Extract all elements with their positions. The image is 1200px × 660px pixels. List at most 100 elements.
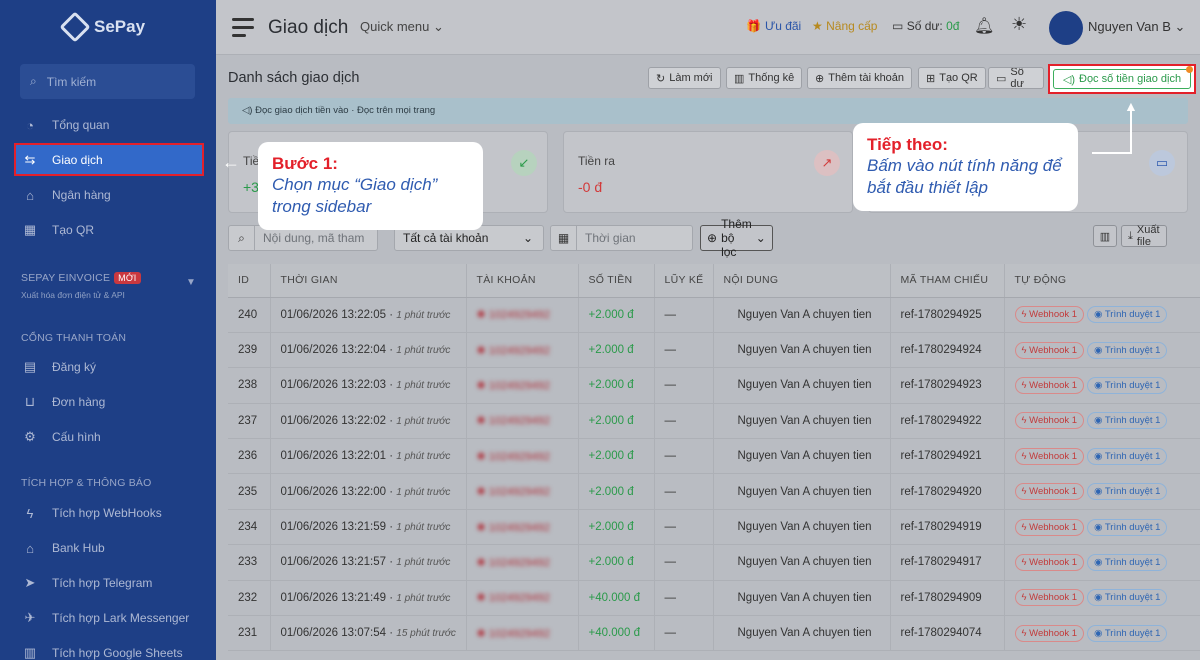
time-value: 01/06/2026 13:07:54 xyxy=(280,627,387,640)
webhook-badge[interactable]: ϟ Webhook 1 xyxy=(1014,341,1085,359)
column-header-id[interactable]: ID xyxy=(228,264,271,298)
sidebar-item-register[interactable]: ▤ Đăng ký xyxy=(20,352,200,382)
table-header-row: ID THỜI GIAN TÀI KHOẢN SỐ TIỀN LŨY KẾ NỘ… xyxy=(228,264,1200,298)
webhook-badge[interactable]: ϟ Webhook 1 xyxy=(1014,624,1085,642)
sidebar-search[interactable]: ⌕ Tìm kiếm xyxy=(20,64,195,99)
logo[interactable]: SePay xyxy=(59,11,146,43)
sidebar-item-label: Tạo QR xyxy=(52,223,95,237)
add-filter-button[interactable]: ⊕ Thêm bộ lọc ⌄ xyxy=(700,217,773,259)
list-title: Danh sách giao dịch xyxy=(228,70,360,86)
time-value: 01/06/2026 13:22:00 xyxy=(280,485,387,498)
browser-badge[interactable]: ◉ Trình duyệt 1 xyxy=(1087,447,1168,465)
avatar[interactable] xyxy=(1049,11,1083,45)
sidebar-item-create-qr[interactable]: ▦ Tạo QR xyxy=(20,215,200,245)
browser-label: Trình duyệt 1 xyxy=(1104,379,1161,391)
balance-display[interactable]: ▭ Số dư: 0đ xyxy=(892,19,959,33)
browser-badge[interactable]: ◉ Trình duyệt 1 xyxy=(1087,306,1168,324)
webhook-badge[interactable]: ϟ Webhook 1 xyxy=(1014,376,1085,394)
table-row[interactable]: 240 01/06/2026 13:22:05 · 1 phút trước ✱ 1… xyxy=(228,297,1200,333)
cell-cumulative: — xyxy=(654,297,714,333)
sidebar-item-lark[interactable]: ✈ Tích hợp Lark Messenger xyxy=(20,603,200,633)
balance-label: Số dư: xyxy=(906,19,943,33)
browser-badge[interactable]: ◉ Trình duyệt 1 xyxy=(1087,341,1168,359)
export-button[interactable]: ⤓ Xuất file xyxy=(1121,224,1167,248)
browser-badge[interactable]: ◉ Trình duyệt 1 xyxy=(1087,589,1168,607)
webhook-badge[interactable]: ϟ Webhook 1 xyxy=(1014,306,1085,324)
cell-account: ✱ 1024929492 xyxy=(466,580,579,617)
table-row[interactable]: 236 01/06/2026 13:22:01 · 1 phút trước ✱ 1… xyxy=(228,438,1200,475)
column-header-amount[interactable]: SỐ TIỀN xyxy=(578,264,655,298)
dashboard-icon: ◔ xyxy=(26,117,34,133)
read-amount-button[interactable]: ◁) Đọc số tiền giao dịch xyxy=(1053,66,1193,89)
table-row[interactable]: 235 01/06/2026 13:22:00 · 1 phút trước ✱ 1… xyxy=(228,473,1200,510)
time-input[interactable]: ▦ Thời gian xyxy=(550,225,693,251)
webhook-badge[interactable]: ϟ Webhook 1 xyxy=(1014,412,1085,430)
table-row[interactable]: 234 01/06/2026 13:21:59 · 1 phút trước ✱ 1… xyxy=(228,509,1200,546)
user-menu[interactable]: Nguyen Van B ⌄ xyxy=(1088,19,1185,35)
sidebar-item-google-sheets[interactable]: ▥ Tích hợp Google Sheets xyxy=(20,638,200,660)
logo-text: SePay xyxy=(94,17,146,36)
chevron-down-icon[interactable]: ▼ xyxy=(186,277,196,288)
cell-content: Nguyen Van A chuyen tien xyxy=(713,580,891,617)
menu-icon[interactable] xyxy=(232,18,254,42)
webhook-badge[interactable]: ϟ Webhook 1 xyxy=(1014,589,1085,607)
column-header-content[interactable]: NỘI DUNG xyxy=(713,264,891,298)
balance-button[interactable]: ▭ Số dư xyxy=(988,67,1044,89)
table-row[interactable]: 232 01/06/2026 13:21:49 · 1 phút trước ✱ 1… xyxy=(228,580,1200,617)
table-row[interactable]: 231 01/06/2026 13:07:54 · 15 phút trước ✱ … xyxy=(228,615,1200,652)
webhook-badge[interactable]: ϟ Webhook 1 xyxy=(1014,447,1085,465)
sidebar-item-telegram[interactable]: ➤ Tích hợp Telegram xyxy=(20,568,200,598)
sidebar-item-overview[interactable]: ◔ Tổng quan xyxy=(20,110,200,140)
quick-menu-label: Quick menu xyxy=(360,19,430,34)
sidebar-item-label: Đăng ký xyxy=(52,360,97,374)
promo-link[interactable]: 🎁 Ưu đãi xyxy=(746,19,801,33)
stats-button[interactable]: ▥ Thống kê xyxy=(726,67,803,89)
browser-badge[interactable]: ◉ Trình duyệt 1 xyxy=(1087,483,1168,501)
browser-badge[interactable]: ◉ Trình duyệt 1 xyxy=(1087,624,1168,642)
cell-id: 238 xyxy=(228,367,271,404)
column-header-account[interactable]: TÀI KHOẢN xyxy=(466,264,579,298)
table-row[interactable]: 238 01/06/2026 13:22:03 · 1 phút trước ✱ 1… xyxy=(228,367,1200,404)
add-account-button[interactable]: ⊕ Thêm tài khoản xyxy=(807,67,913,89)
browser-label: Trình duyệt 1 xyxy=(1104,415,1161,427)
column-header-time[interactable]: THỜI GIAN xyxy=(270,264,467,298)
cell-cumulative: — xyxy=(654,580,714,617)
refresh-button[interactable]: ↻ Làm mới xyxy=(648,67,721,89)
webhook-label: Webhook 1 xyxy=(1029,521,1078,533)
sidebar-item-webhooks[interactable]: ϟ Tích hợp WebHooks xyxy=(20,498,200,528)
browser-badge[interactable]: ◉ Trình duyệt 1 xyxy=(1087,376,1168,394)
upgrade-link[interactable]: ★ Nâng cấp xyxy=(812,19,877,33)
bank-icon: ⌂ xyxy=(26,187,34,203)
webhook-badge[interactable]: ϟ Webhook 1 xyxy=(1014,483,1085,501)
column-header-cumulative[interactable]: LŨY KẾ xyxy=(654,264,714,298)
money-out-card: Tiền ra -0 đ ↗ xyxy=(563,131,853,213)
search-placeholder: Tìm kiếm xyxy=(46,74,97,89)
sidebar-item-config[interactable]: ⚙ Cấu hình xyxy=(20,422,200,452)
create-qr-label: Tạo QR xyxy=(939,72,978,84)
sidebar-item-bank-hub[interactable]: ⌂ Bank Hub xyxy=(20,533,200,563)
table-row[interactable]: 233 01/06/2026 13:21:57 · 1 phút trước ✱ 1… xyxy=(228,544,1200,581)
webhook-badge[interactable]: ϟ Webhook 1 xyxy=(1014,553,1085,571)
page-title: Giao dịch xyxy=(268,17,349,38)
sidebar-item-banks[interactable]: ⌂ Ngân hàng xyxy=(20,180,200,210)
column-header-ref[interactable]: MÃ THAM CHIẾU xyxy=(890,264,1005,298)
webhook-badge[interactable]: ϟ Webhook 1 xyxy=(1014,518,1085,536)
columns-button[interactable]: ▥ xyxy=(1093,225,1117,247)
einvoice-section[interactable]: SEPAY EINVOICE MỚI xyxy=(21,272,141,284)
table-row[interactable]: 239 01/06/2026 13:22:04 · 1 phút trước ✱ 1… xyxy=(228,332,1200,369)
sidebar-item-orders[interactable]: ⊔ Đơn hàng xyxy=(20,387,200,417)
table-row[interactable]: 237 01/06/2026 13:22:02 · 1 phút trước ✱ 1… xyxy=(228,403,1200,440)
create-qr-button[interactable]: ⊞ Tạo QR xyxy=(918,67,986,89)
next-step-title: Tiếp theo: xyxy=(867,135,948,154)
sidebar-item-transactions[interactable]: ⇆ Giao dịch xyxy=(14,143,204,176)
time-value: 01/06/2026 13:22:03 xyxy=(280,379,387,392)
quick-menu-dropdown[interactable]: Quick menu ⌄ xyxy=(360,19,444,35)
cell-amount: +2.000 đ xyxy=(578,367,655,404)
browser-badge[interactable]: ◉ Trình duyệt 1 xyxy=(1087,412,1168,430)
browser-badge[interactable]: ◉ Trình duyệt 1 xyxy=(1087,553,1168,571)
theme-toggle-icon[interactable]: ☀ xyxy=(1011,14,1027,35)
browser-badge[interactable]: ◉ Trình duyệt 1 xyxy=(1087,518,1168,536)
sidebar-item-label: Tích hợp WebHooks xyxy=(52,506,162,520)
time-ago: 1 phút trước xyxy=(396,592,451,604)
bell-icon[interactable]: 🔔︎ xyxy=(974,16,994,36)
